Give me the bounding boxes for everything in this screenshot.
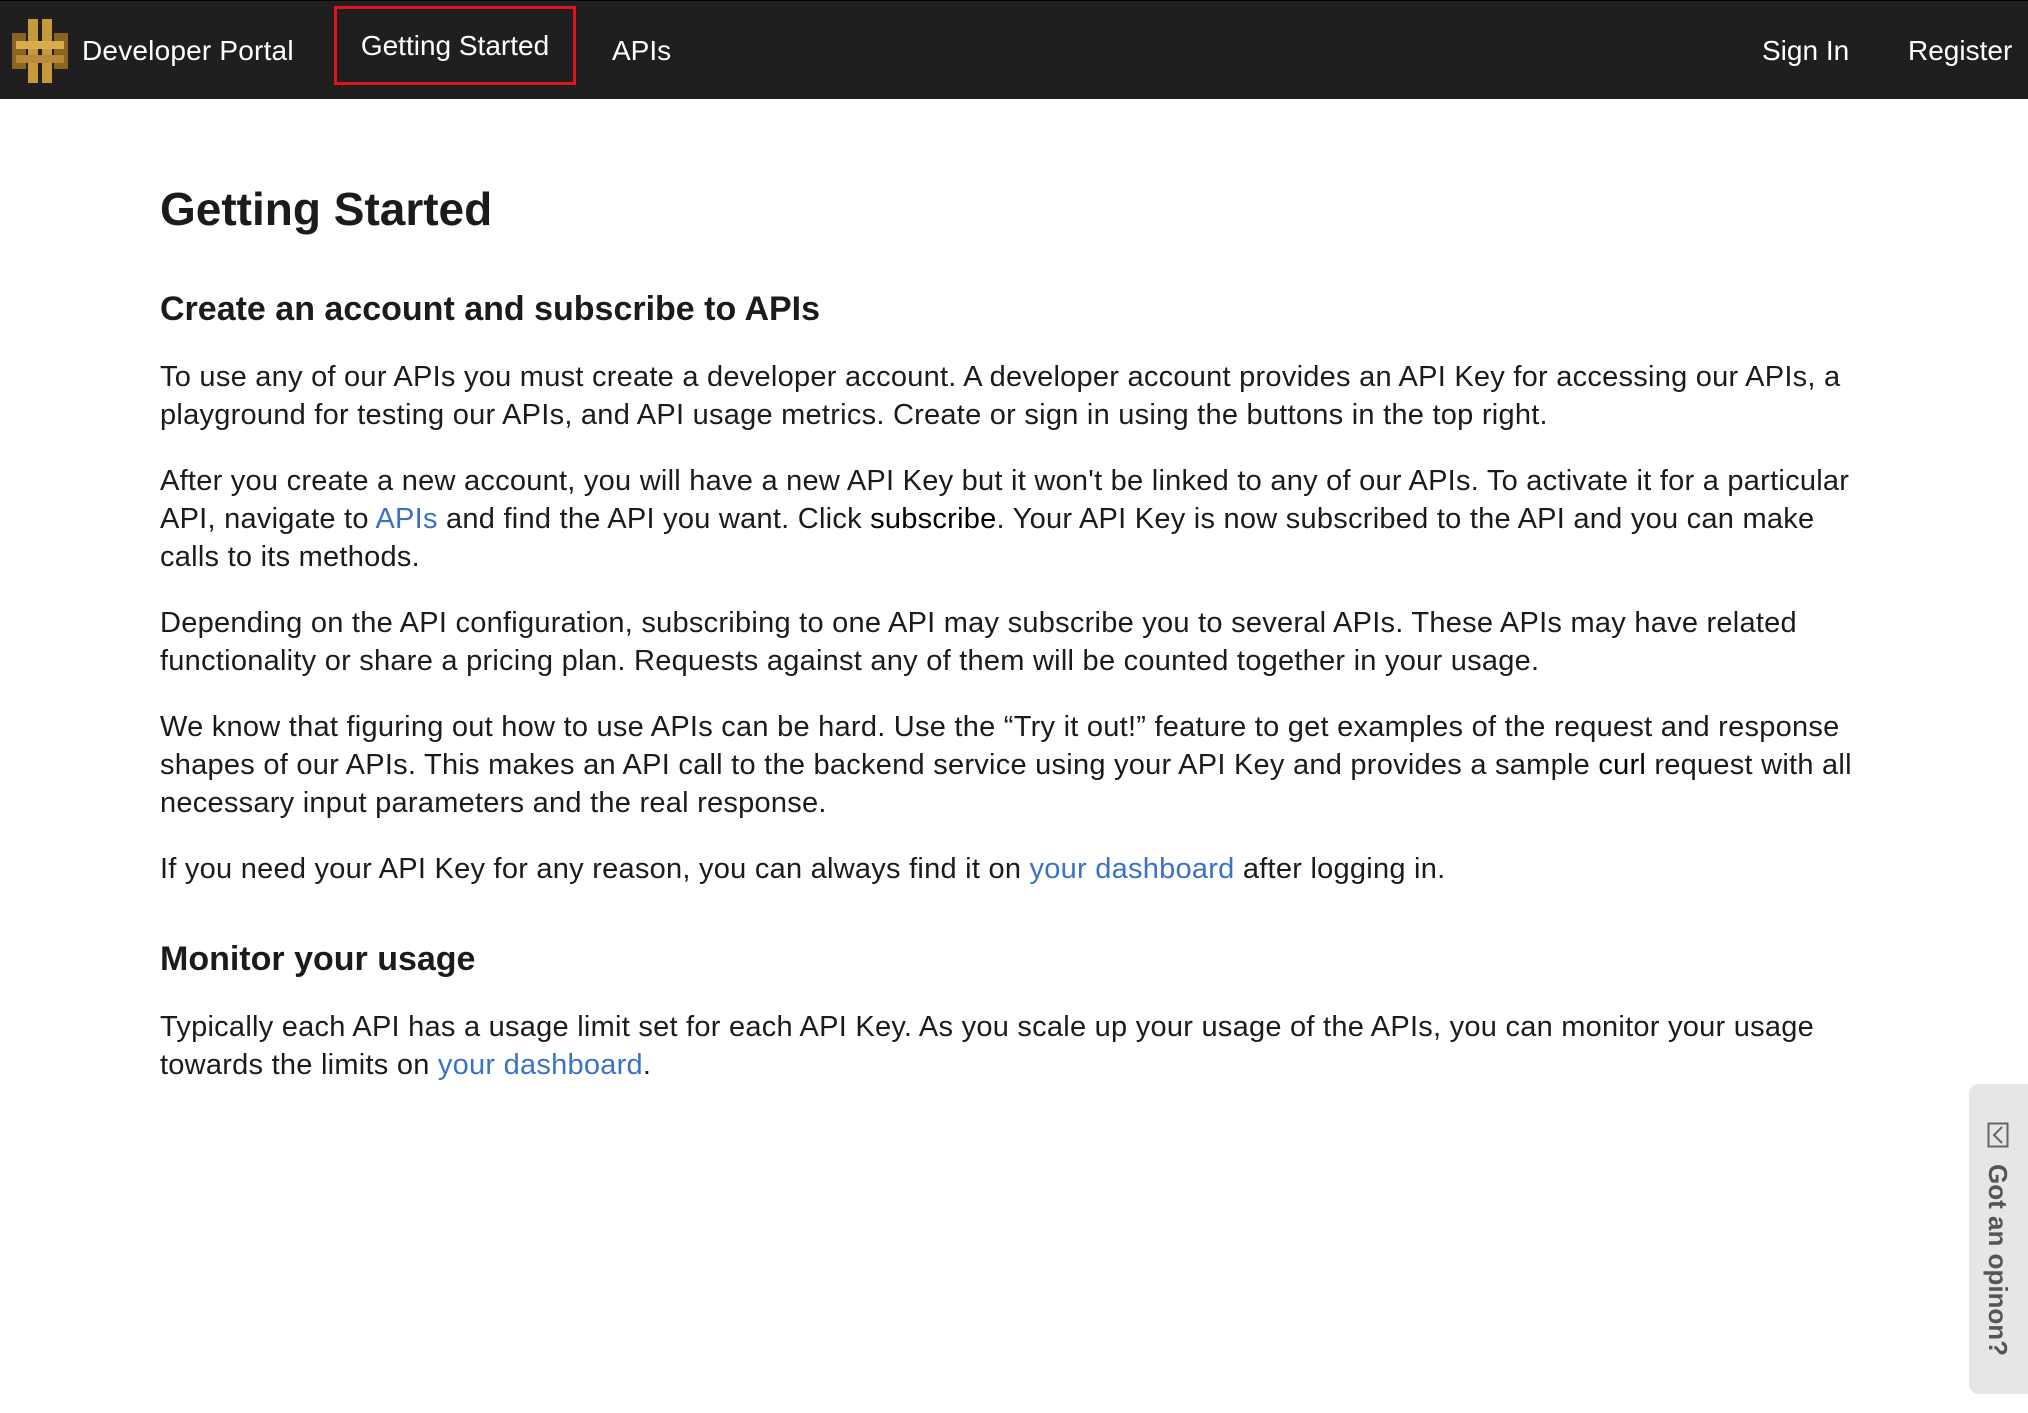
nav-apis[interactable]: APIs [612,1,671,100]
paragraph-api-configuration: Depending on the API configuration, subs… [160,607,1797,677]
text-segment: and find the API you want. Click [437,503,871,535]
register-link[interactable]: Register [1908,1,2012,100]
text-segment: . [642,1049,652,1081]
dashboard-link[interactable]: your dashboard [1030,853,1235,885]
text-segment: after logging in. [1234,853,1446,885]
feedback-tab[interactable]: Got an opinon? [1969,1084,2028,1394]
feedback-icon [1987,1122,2009,1148]
dashboard-link-usage[interactable]: your dashboard [438,1049,643,1081]
feedback-label: Got an opinon? [1983,1164,2013,1357]
paragraph-monitor-usage: Typically each API has a usage limit set… [160,1008,1880,1084]
paragraph-create-account: To use any of our APIs you must create a… [160,361,1841,431]
curl-keyword: curl [1598,749,1647,781]
page-title: Getting Started [160,183,493,235]
sign-in-link[interactable]: Sign In [1762,1,1849,100]
section-title-create-account: Create an account and subscribe to APIs [160,290,821,328]
main-content: Getting Started Create an account and su… [160,99,1880,1084]
nav-getting-started[interactable]: Getting Started [334,6,576,85]
top-navbar: Developer Portal Getting Started APIs Si… [0,0,2028,99]
api-gateway-logo-icon [12,18,68,83]
text-segment: If you need your API Key for any reason,… [160,853,1030,885]
text-segment: Typically each API has a usage limit set… [160,1011,1815,1081]
paragraph-try-it-out: We know that figuring out how to use API… [160,708,1880,822]
brand-title: Developer Portal [82,34,294,66]
subscribe-keyword: subscribe [870,503,997,535]
section-title-monitor-usage: Monitor your usage [160,940,476,978]
text-segment: We know that figuring out how to use API… [160,711,1840,781]
apis-link[interactable]: APIs [375,503,437,535]
brand-link[interactable]: Developer Portal [12,1,294,100]
paragraph-api-key: If you need your API Key for any reason,… [160,850,1880,888]
paragraph-subscribe: After you create a new account, you will… [160,462,1880,576]
